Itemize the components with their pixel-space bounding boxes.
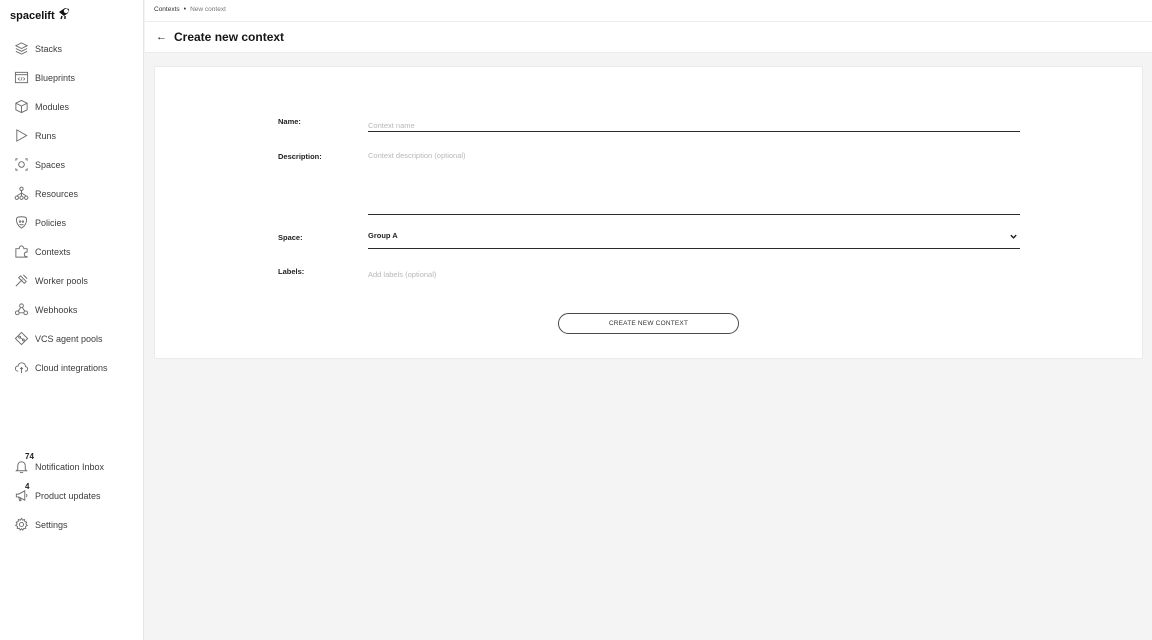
page-heading: ← Create new context	[156, 30, 284, 44]
sidebar-item-product-updates[interactable]: 4 Product updates	[0, 481, 144, 510]
spaces-icon	[13, 157, 29, 173]
sidebar-item-cloud-integrations[interactable]: Cloud integrations	[0, 353, 144, 382]
sidebar-nav: Stacks Blueprints Modules Runs Spaces Re…	[0, 34, 144, 382]
breadcrumb-current: New context	[190, 6, 226, 13]
webhooks-icon	[13, 302, 29, 318]
page-title: Create new context	[174, 30, 285, 44]
name-input[interactable]	[368, 121, 1020, 130]
gear-icon	[13, 517, 29, 533]
description-field-wrapper	[368, 151, 1020, 215]
modules-icon	[13, 99, 29, 115]
sidebar-item-label: Stacks	[35, 43, 63, 54]
sidebar-item-spaces[interactable]: Spaces	[0, 150, 144, 179]
product-updates-count-badge: 4	[25, 482, 30, 491]
labels-field-wrapper	[368, 264, 1020, 282]
notification-count-badge: 74	[25, 452, 34, 461]
runs-icon	[13, 128, 29, 144]
sidebar-item-label: Webhooks	[35, 304, 78, 315]
page-header: Contexts • New context ← Create new cont…	[145, 0, 1152, 53]
breadcrumb-link-contexts[interactable]: Contexts	[154, 6, 180, 13]
description-label: Description:	[278, 152, 322, 161]
sidebar-item-resources[interactable]: Resources	[0, 179, 144, 208]
back-arrow-icon[interactable]: ←	[156, 31, 167, 43]
sidebar-item-label: Worker pools	[35, 275, 88, 286]
sidebar-item-blueprints[interactable]: Blueprints	[0, 63, 144, 92]
astronaut-logo-icon	[58, 8, 69, 20]
sidebar: spacelift Stacks Blueprints Modules Runs…	[0, 0, 144, 640]
resources-icon	[13, 186, 29, 202]
sidebar-bottom-nav: 74 Notification Inbox 4 Product updates …	[0, 452, 144, 539]
create-context-form: Name: Description: Space: Group A Labels…	[154, 66, 1143, 359]
sidebar-item-policies[interactable]: Policies	[0, 208, 144, 237]
chevron-down-icon	[1010, 234, 1017, 239]
breadcrumb-separator: •	[183, 6, 187, 13]
name-label: Name:	[278, 117, 301, 126]
worker-pools-icon	[13, 273, 29, 289]
sidebar-item-label: Contexts	[35, 246, 71, 257]
sidebar-item-settings[interactable]: Settings	[0, 510, 144, 539]
breadcrumb: Contexts • New context	[154, 6, 226, 13]
labels-input[interactable]	[368, 270, 1020, 279]
description-textarea[interactable]	[368, 151, 1020, 187]
policies-icon	[13, 215, 29, 231]
sidebar-item-label: Resources	[35, 188, 79, 199]
space-select[interactable]: Group A	[368, 231, 1020, 249]
name-field-wrapper	[368, 115, 1020, 132]
space-selected-value: Group A	[368, 231, 398, 240]
sidebar-item-label: Product updates	[35, 490, 101, 501]
sidebar-item-label: Spaces	[35, 159, 66, 170]
vcs-agent-pools-icon	[13, 331, 29, 347]
sidebar-item-contexts[interactable]: Contexts	[0, 237, 144, 266]
sidebar-item-label: Runs	[35, 130, 57, 141]
sidebar-item-runs[interactable]: Runs	[0, 121, 144, 150]
stacks-icon	[13, 41, 29, 57]
logo[interactable]: spacelift	[10, 6, 72, 26]
sidebar-item-worker-pools[interactable]: Worker pools	[0, 266, 144, 295]
sidebar-item-label: Policies	[35, 217, 67, 228]
cloud-integrations-icon	[13, 360, 29, 376]
sidebar-item-label: Modules	[35, 101, 70, 112]
sidebar-item-notification-inbox[interactable]: 74 Notification Inbox	[0, 452, 144, 481]
sidebar-item-label: Settings	[35, 519, 68, 530]
blueprints-icon	[13, 70, 29, 86]
sidebar-item-webhooks[interactable]: Webhooks	[0, 295, 144, 324]
sidebar-item-vcs-agent-pools[interactable]: VCS agent pools	[0, 324, 144, 353]
sidebar-item-label: VCS agent pools	[35, 333, 103, 344]
labels-label: Labels:	[278, 267, 305, 276]
contexts-icon	[13, 244, 29, 260]
create-new-context-button[interactable]: CREATE NEW CONTEXT	[558, 313, 739, 334]
logo-text: spacelift	[10, 10, 55, 22]
sidebar-item-stacks[interactable]: Stacks	[0, 34, 144, 63]
space-label: Space:	[278, 233, 303, 242]
sidebar-item-label: Notification Inbox	[35, 461, 105, 472]
sidebar-item-modules[interactable]: Modules	[0, 92, 144, 121]
sidebar-item-label: Cloud integrations	[35, 362, 108, 373]
sidebar-item-label: Blueprints	[35, 72, 76, 83]
breadcrumb-divider	[145, 21, 1152, 22]
